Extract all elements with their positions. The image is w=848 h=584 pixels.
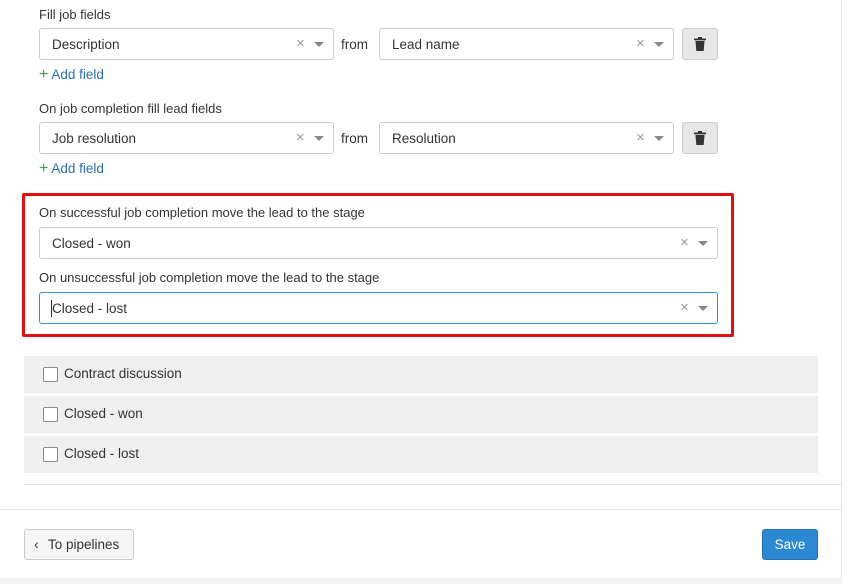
delete-button[interactable] — [682, 28, 718, 60]
job-resolution-value: Job resolution — [52, 131, 137, 146]
stage-checkbox[interactable] — [43, 367, 58, 382]
job-resolution-select[interactable]: Job resolution × — [39, 122, 334, 154]
resolution-value: Resolution — [392, 131, 456, 146]
stage-label: Closed - lost — [64, 446, 140, 461]
stage-label: Closed - won — [64, 406, 143, 421]
chevron-down-icon[interactable] — [698, 306, 708, 311]
success-stage-label: On successful job completion move the le… — [39, 205, 365, 220]
chevron-down-icon[interactable] — [654, 136, 664, 141]
lead-fields-title: On job completion fill lead fields — [39, 101, 222, 116]
plus-icon: + — [39, 66, 49, 83]
stage-checkbox[interactable] — [43, 447, 58, 462]
to-pipelines-label: To pipelines — [48, 537, 120, 552]
save-button[interactable]: Save — [762, 529, 818, 560]
to-pipelines-button[interactable]: ‹ To pipelines — [24, 529, 134, 560]
stage-row[interactable]: Contract discussion — [24, 356, 818, 393]
trash-icon — [694, 131, 706, 145]
stage-row[interactable]: Closed - lost — [24, 436, 818, 473]
clear-icon[interactable]: × — [680, 234, 689, 252]
fail-stage-label: On unsuccessful job completion move the … — [39, 270, 380, 285]
delete-button[interactable] — [682, 122, 718, 154]
from-label: from — [341, 37, 368, 52]
from-label: from — [341, 131, 368, 146]
lead-source-select[interactable]: Lead name × — [379, 28, 674, 60]
success-stage-value: Closed - won — [52, 236, 131, 251]
lead-source-value: Lead name — [392, 37, 460, 52]
job-field-value: Description — [52, 37, 120, 52]
stage-checkbox[interactable] — [43, 407, 58, 422]
chevron-left-icon: ‹ — [34, 536, 39, 552]
chevron-down-icon[interactable] — [698, 241, 708, 246]
clear-icon[interactable]: × — [680, 299, 689, 317]
clear-icon[interactable]: × — [296, 129, 305, 147]
chevron-down-icon[interactable] — [314, 42, 324, 47]
resolution-select[interactable]: Resolution × — [379, 122, 674, 154]
trash-icon — [694, 37, 706, 51]
fail-stage-select[interactable]: Closed - lost × — [39, 292, 718, 324]
job-field-select[interactable]: Description × — [39, 28, 334, 60]
clear-icon[interactable]: × — [636, 129, 645, 147]
footer-divider — [0, 509, 842, 510]
bottom-strip — [0, 578, 842, 584]
settings-panel: Fill job fields Description × from Lead … — [0, 0, 842, 584]
add-job-field-link[interactable]: + Add field — [39, 66, 104, 84]
plus-icon: + — [39, 160, 49, 177]
fail-stage-value: Closed - lost — [52, 301, 128, 316]
clear-icon[interactable]: × — [636, 35, 645, 53]
stage-label: Contract discussion — [64, 366, 182, 381]
chevron-down-icon[interactable] — [314, 136, 324, 141]
add-field-label: Add field — [51, 161, 104, 176]
clear-icon[interactable]: × — [296, 35, 305, 53]
add-field-label: Add field — [51, 67, 104, 82]
section-divider — [24, 484, 842, 485]
success-stage-select[interactable]: Closed - won × — [39, 227, 718, 259]
stage-row[interactable]: Closed - won — [24, 396, 818, 433]
fill-job-fields-title: Fill job fields — [39, 7, 111, 22]
chevron-down-icon[interactable] — [654, 42, 664, 47]
add-lead-field-link[interactable]: + Add field — [39, 160, 104, 178]
